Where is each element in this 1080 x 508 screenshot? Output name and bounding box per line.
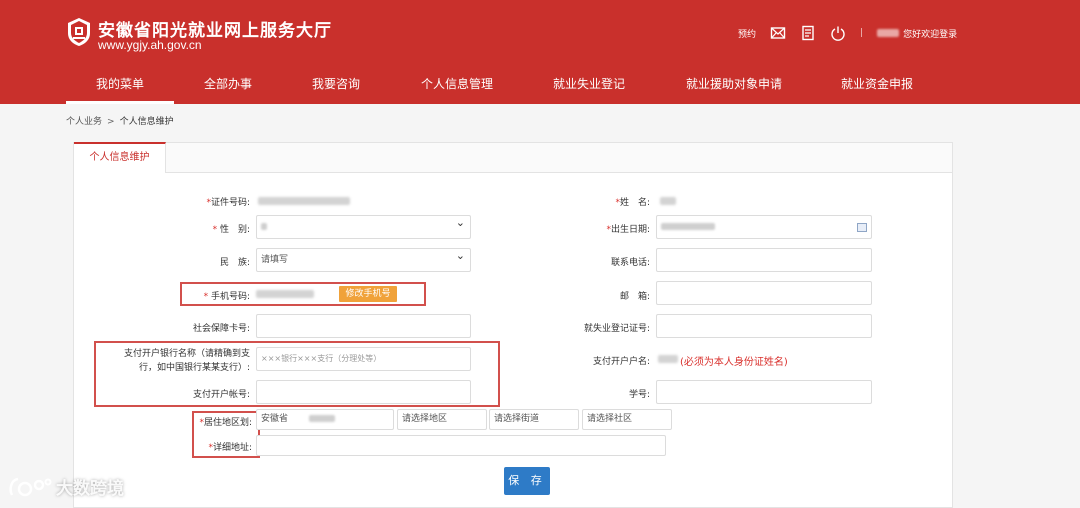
province-select[interactable]: 安徽省 bbox=[256, 409, 394, 430]
gender-select[interactable] bbox=[256, 212, 471, 239]
province-value: 安徽省 bbox=[261, 414, 289, 424]
form-panel: 个人信息维护 *证件号码: *姓 名: * 性 别: *出生日期: 民 族: 请… bbox=[73, 142, 953, 508]
nav-funding-application[interactable]: 就业资金申报 bbox=[832, 68, 922, 102]
account-holder-note: (必须为本人身份证姓名) bbox=[680, 357, 788, 368]
bank-name-label-line2: 行，如中国银行某某支行）: bbox=[138, 363, 250, 373]
email-label: 邮 箱: bbox=[564, 289, 650, 302]
bank-account-label-text: 支付开户帐号: bbox=[192, 390, 250, 400]
student-id-input[interactable] bbox=[656, 380, 872, 404]
account-holder-label-text: 支付开户户名: bbox=[592, 357, 650, 367]
email-label-text: 邮 箱: bbox=[619, 292, 650, 302]
city-value bbox=[308, 415, 335, 422]
address-input[interactable] bbox=[256, 435, 666, 456]
social-card-label: 社会保障卡号: bbox=[164, 321, 250, 334]
calendar-icon[interactable] bbox=[857, 223, 867, 232]
gender-label: * 性 别: bbox=[164, 222, 250, 235]
nav-all-services[interactable]: 全部办事 bbox=[190, 68, 266, 102]
mobile-label: * 手机号码: bbox=[164, 289, 250, 302]
nav-employment-registration[interactable]: 就业失业登记 bbox=[544, 68, 634, 102]
birth-date-input[interactable] bbox=[656, 215, 872, 239]
nav-personal-info[interactable]: 个人信息管理 bbox=[412, 68, 502, 102]
emblem-logo-icon[interactable] bbox=[66, 17, 92, 47]
contact-phone-input[interactable] bbox=[656, 248, 872, 272]
nav-assistance-application[interactable]: 就业援助对象申请 bbox=[676, 68, 792, 102]
ethnicity-select[interactable]: 请填写 bbox=[256, 245, 471, 272]
address-label-text: *详细地址: bbox=[208, 443, 252, 453]
bank-name-placeholder: ×××银行×××支行（分理处等） bbox=[261, 354, 382, 363]
nav-my-menu[interactable]: 我的菜单 bbox=[66, 68, 174, 104]
name-value bbox=[660, 197, 676, 205]
birth-date-label: *出生日期: bbox=[564, 222, 650, 235]
district-select[interactable]: 请选择地区 bbox=[397, 409, 487, 430]
birth-date-label-text: *出生日期: bbox=[606, 225, 650, 235]
document-icon[interactable] bbox=[800, 25, 816, 41]
employment-reg-label: 就失业登记证号: bbox=[554, 321, 650, 334]
panel-tabbar: 个人信息维护 bbox=[74, 142, 952, 173]
watermark-text: 大数跨境 bbox=[56, 479, 124, 499]
site-header: 安徽省阳光就业网上服务大厅 www.ygjy.ah.gov.cn 预约 | 您好… bbox=[0, 0, 1080, 104]
watermark-logo-icon bbox=[9, 477, 52, 496]
address-label: *详细地址: bbox=[184, 440, 252, 453]
welcome-text: 您好欢迎登录 bbox=[903, 29, 958, 40]
watermark: 大数跨境 bbox=[8, 474, 124, 499]
name-label-text: *姓 名: bbox=[615, 198, 650, 208]
contact-phone-label-text: 联系电话: bbox=[610, 258, 650, 268]
toolbar-divider: | bbox=[860, 28, 864, 38]
mail-icon[interactable] bbox=[770, 25, 786, 41]
bank-name-label-line1: 支付开户银行名称（请精确到支 bbox=[123, 349, 250, 359]
account-holder-value bbox=[658, 355, 678, 363]
username-blurred bbox=[877, 29, 900, 37]
tab-personal-info[interactable]: 个人信息维护 bbox=[74, 142, 166, 173]
birth-date-value bbox=[661, 223, 715, 230]
id-number-label-text: *证件号码: bbox=[206, 198, 250, 208]
account-holder-label: 支付开户户名: bbox=[554, 354, 650, 367]
ethnicity-label-text: 民 族: bbox=[219, 258, 250, 268]
power-icon[interactable] bbox=[830, 25, 846, 41]
breadcrumb: 个人业务 > 个人信息维护 bbox=[66, 114, 174, 127]
contact-phone-label: 联系电话: bbox=[564, 255, 650, 268]
id-number-label: *证件号码: bbox=[164, 195, 250, 208]
street-select[interactable]: 请选择街道 bbox=[489, 409, 579, 430]
community-select[interactable]: 请选择社区 bbox=[582, 409, 672, 430]
bank-account-input[interactable] bbox=[256, 380, 471, 404]
name-label: *姓 名: bbox=[564, 195, 650, 208]
bank-name-label: 支付开户银行名称（请精确到支 行，如中国银行某某支行）: bbox=[100, 347, 250, 375]
breadcrumb-current: 个人信息维护 bbox=[119, 117, 174, 127]
nav-consult[interactable]: 我要咨询 bbox=[298, 68, 374, 102]
gender-value bbox=[261, 223, 267, 230]
social-card-label-text: 社会保障卡号: bbox=[192, 324, 250, 334]
student-id-label: 学号: bbox=[564, 387, 650, 400]
breadcrumb-separator: > bbox=[107, 117, 115, 127]
social-card-input[interactable] bbox=[256, 314, 471, 338]
gender-label-text: * 性 别: bbox=[212, 225, 250, 235]
breadcrumb-parent[interactable]: 个人业务 bbox=[66, 117, 102, 127]
student-id-label-text: 学号: bbox=[628, 390, 650, 400]
bank-account-label: 支付开户帐号: bbox=[164, 387, 250, 400]
residence-label: *居住地区划: bbox=[184, 415, 252, 428]
appointment-link[interactable]: 预约 bbox=[738, 27, 756, 40]
mobile-label-text: * 手机号码: bbox=[203, 292, 250, 302]
top-toolbar: 预约 | 您好欢迎登录 bbox=[738, 24, 957, 42]
change-mobile-button[interactable]: 修改手机号 bbox=[339, 286, 397, 302]
residence-label-text: *居住地区划: bbox=[199, 418, 252, 428]
save-button[interactable]: 保 存 bbox=[504, 467, 550, 495]
bank-name-input[interactable]: ×××银行×××支行（分理处等） bbox=[256, 347, 471, 371]
employment-reg-label-text: 就失业登记证号: bbox=[583, 324, 650, 334]
ethnicity-label: 民 族: bbox=[164, 255, 250, 268]
mobile-value bbox=[256, 290, 314, 298]
employment-reg-input[interactable] bbox=[656, 314, 872, 338]
email-input[interactable] bbox=[656, 281, 872, 305]
site-url: www.ygjy.ah.gov.cn bbox=[98, 38, 202, 52]
id-number-value bbox=[258, 197, 350, 205]
